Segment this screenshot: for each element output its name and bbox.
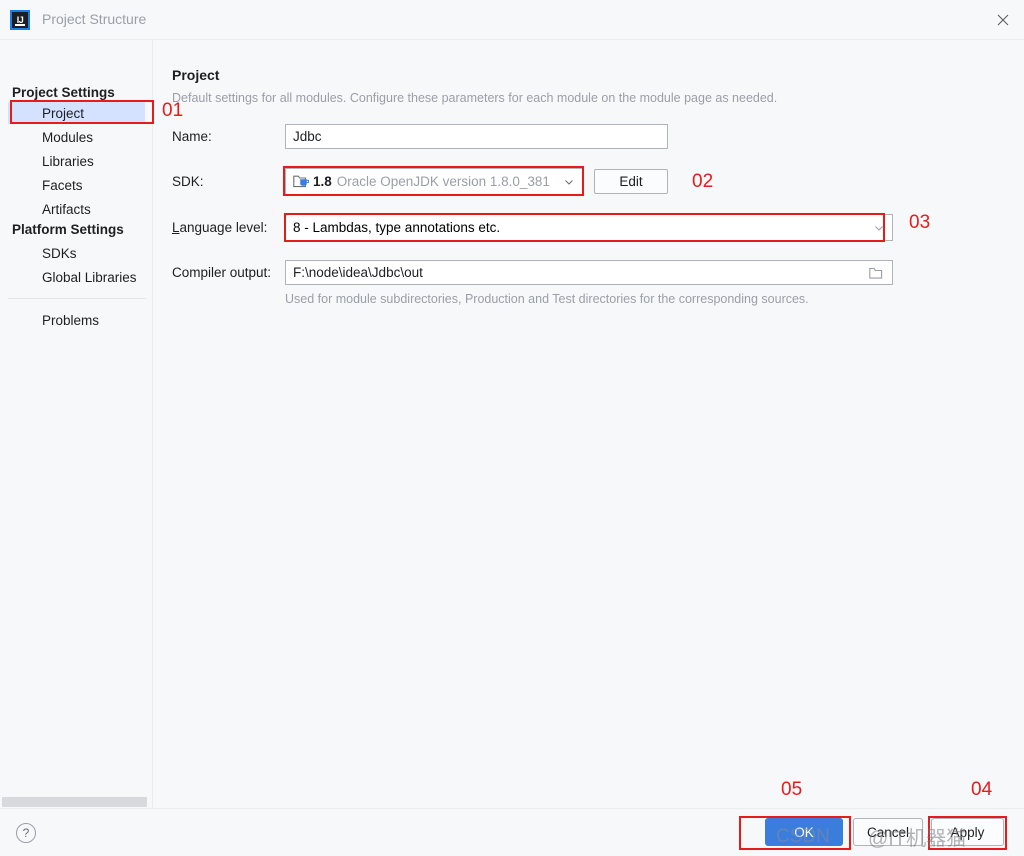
page-subtitle: Default settings for all modules. Config… — [172, 91, 778, 105]
java-sdk-icon — [293, 175, 309, 188]
ok-button-label: OK — [794, 824, 814, 840]
close-icon[interactable] — [988, 6, 1018, 34]
sidebar-item-label: Problems — [42, 312, 100, 328]
window-title: Project Structure — [42, 11, 147, 27]
sidebar-divider — [8, 298, 146, 299]
chevron-down-icon — [875, 225, 883, 231]
sidebar: Project Settings Project Modules Librari… — [0, 40, 153, 808]
sidebar-item-problems[interactable]: Problems — [8, 309, 145, 331]
ok-button[interactable]: OK — [765, 818, 843, 846]
page-title: Project — [172, 67, 220, 83]
cancel-button-label: Cancel — [866, 824, 910, 840]
sdk-edit-label: Edit — [619, 174, 643, 189]
sidebar-group-project-settings: Project Settings — [12, 85, 115, 100]
sidebar-item-artifacts[interactable]: Artifacts — [8, 198, 145, 220]
help-glyph: ? — [22, 826, 30, 840]
title-bar: IJ Project Structure — [0, 0, 1024, 40]
sdk-combobox[interactable]: 1.8 Oracle OpenJDK version 1.8.0_381 — [285, 168, 583, 195]
close-glyph — [997, 14, 1009, 26]
name-input[interactable]: Jdbc — [285, 124, 668, 149]
sidebar-item-label: Facets — [42, 177, 83, 193]
sidebar-item-label: Modules — [42, 129, 94, 145]
language-level-label: Language level: — [172, 220, 268, 235]
sidebar-horizontal-scrollbar[interactable] — [2, 797, 147, 807]
language-level-value: 8 - Lambdas, type annotations etc. — [293, 220, 501, 235]
sidebar-item-sdks[interactable]: SDKs — [8, 242, 145, 264]
apply-button[interactable]: Apply — [931, 818, 1004, 846]
compiler-output-input[interactable]: F:\node\idea\Jdbc\out — [285, 260, 893, 285]
language-level-combobox[interactable]: 8 - Lambdas, type annotations etc. — [285, 214, 893, 241]
folder-icon[interactable] — [869, 266, 883, 279]
main-content: Project Default settings for all modules… — [153, 40, 1024, 808]
help-icon[interactable]: ? — [16, 823, 36, 843]
sdk-label: SDK: — [172, 174, 204, 189]
sidebar-item-modules[interactable]: Modules — [8, 126, 145, 148]
name-label: Name: — [172, 129, 212, 144]
sidebar-item-label: Artifacts — [42, 201, 91, 217]
sdk-edit-button[interactable]: Edit — [594, 169, 668, 194]
sidebar-group-platform-settings: Platform Settings — [12, 222, 124, 237]
compiler-output-label: Compiler output: — [172, 265, 272, 280]
sidebar-item-facets[interactable]: Facets — [8, 174, 145, 196]
cancel-button[interactable]: Cancel — [853, 818, 923, 846]
apply-button-label: Apply — [950, 824, 985, 840]
sidebar-item-label: Libraries — [42, 153, 94, 169]
sidebar-item-label: SDKs — [42, 245, 77, 261]
name-input-value: Jdbc — [293, 129, 322, 144]
chevron-down-icon — [565, 179, 573, 185]
sidebar-item-label: Project — [42, 105, 85, 121]
sdk-version: 1.8 — [313, 174, 332, 189]
compiler-output-value: F:\node\idea\Jdbc\out — [293, 265, 423, 280]
sidebar-item-project[interactable]: Project — [8, 102, 145, 124]
compiler-output-hint: Used for module subdirectories, Producti… — [285, 292, 809, 306]
logo-underline — [15, 24, 25, 26]
sidebar-item-label: Global Libraries — [42, 269, 137, 285]
sidebar-item-global-libraries[interactable]: Global Libraries — [8, 266, 145, 288]
intellij-logo-icon: IJ — [10, 10, 30, 30]
sidebar-item-libraries[interactable]: Libraries — [8, 150, 145, 172]
sdk-description: Oracle OpenJDK version 1.8.0_381 — [336, 174, 550, 189]
